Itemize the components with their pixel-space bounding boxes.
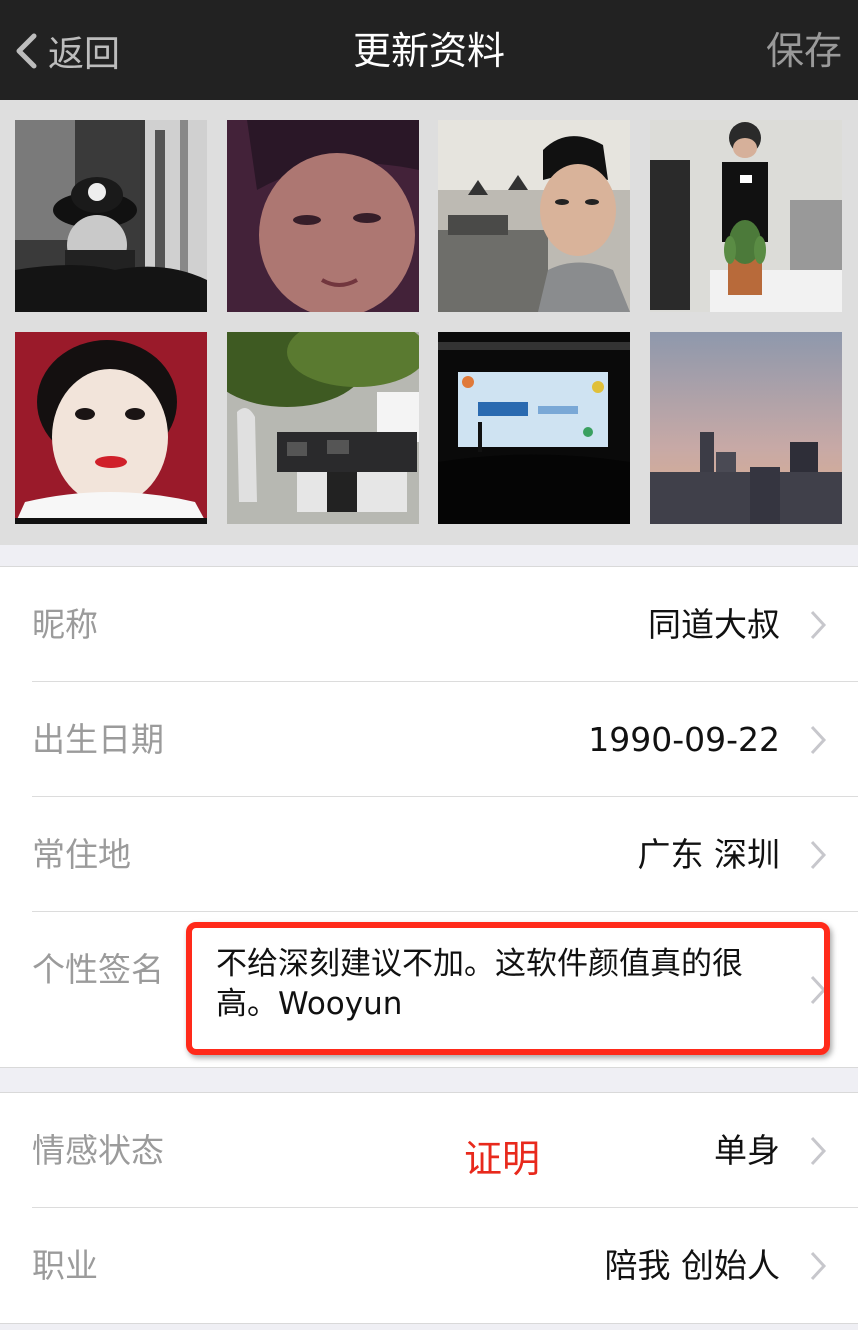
photo-grid: [0, 100, 858, 545]
residence-row[interactable]: 常住地 广东 深圳: [0, 797, 858, 912]
job-value: 陪我 创始人: [604, 1246, 781, 1285]
photo-id-portrait[interactable]: [15, 332, 207, 524]
job-label: 职业: [32, 1246, 98, 1285]
photo-stage-screen[interactable]: [438, 332, 630, 524]
residence-label: 常住地: [32, 835, 131, 874]
back-label: 返回: [48, 34, 121, 75]
profile-section-extra: 情感状态 单身 职业 陪我 创始人: [0, 1092, 858, 1324]
birthday-value: 1990-09-22: [588, 720, 780, 759]
navigation-bar: 返回 更新资料 保存: [0, 0, 858, 100]
chevron-right-icon: [810, 610, 827, 640]
back-button[interactable]: 返回: [14, 26, 120, 76]
photo-office-tree[interactable]: [227, 332, 419, 524]
photo-selfie-office[interactable]: [438, 120, 630, 312]
chevron-right-icon: [810, 975, 827, 1005]
nickname-label: 昵称: [32, 605, 98, 644]
relationship-label: 情感状态: [32, 1131, 164, 1170]
page-title: 更新资料: [352, 29, 505, 73]
relationship-value: 单身: [714, 1131, 780, 1170]
job-row[interactable]: 职业 陪我 创始人: [0, 1208, 858, 1323]
birthday-label: 出生日期: [32, 720, 164, 759]
chevron-right-icon: [810, 725, 827, 755]
photo-selfie-closeup[interactable]: [227, 120, 419, 312]
residence-value: 广东 深圳: [637, 835, 781, 874]
relationship-row[interactable]: 情感状态 单身: [0, 1093, 858, 1208]
chevron-right-icon: [810, 1136, 827, 1166]
nickname-row[interactable]: 昵称 同道大叔: [0, 567, 858, 682]
nickname-value: 同道大叔: [648, 605, 780, 644]
birthday-row[interactable]: 出生日期 1990-09-22: [0, 682, 858, 797]
signature-label: 个性签名: [32, 950, 164, 989]
photo-office-cactus[interactable]: [650, 120, 842, 312]
signature-value: 不给深刻建议不加。这软件颜值真的很高。Wooyun: [216, 946, 743, 1022]
save-button[interactable]: 保存: [766, 26, 842, 76]
photo-selfie-cap-bw[interactable]: [15, 120, 207, 312]
chevron-right-icon: [810, 1251, 827, 1281]
chevron-right-icon: [810, 840, 827, 870]
photo-city-sunset[interactable]: [650, 332, 842, 524]
chevron-left-icon: [16, 33, 37, 69]
